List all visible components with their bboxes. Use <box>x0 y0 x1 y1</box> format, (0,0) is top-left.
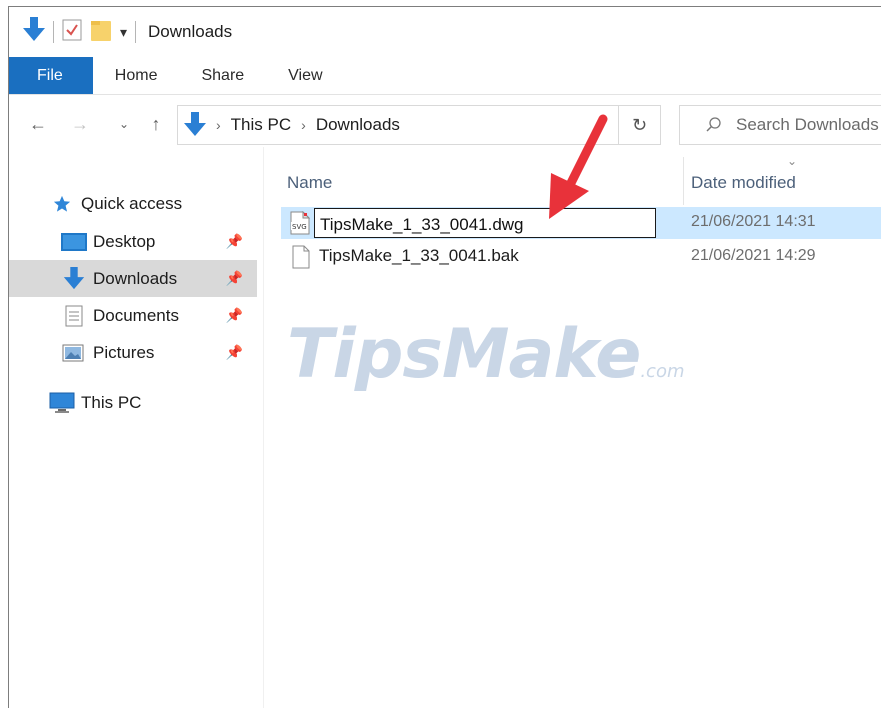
window-title: Downloads <box>148 22 233 41</box>
documents-icon <box>65 305 83 327</box>
breadcrumb-downloads[interactable]: Downloads <box>316 115 400 135</box>
refresh-icon[interactable]: ↻ <box>618 106 660 144</box>
sidebar-item-documents[interactable]: Documents 📌 <box>9 297 257 334</box>
back-arrow-icon[interactable]: ← <box>23 109 53 139</box>
svg-text:SVG: SVG <box>292 223 307 231</box>
up-arrow-icon[interactable]: ↑ <box>141 109 171 139</box>
recent-locations-chevron-icon[interactable]: ⌄ <box>109 109 139 139</box>
pane-divider[interactable] <box>263 147 264 708</box>
column-separator[interactable] <box>683 157 684 205</box>
computer-icon <box>49 392 75 414</box>
search-icon <box>706 117 722 133</box>
forward-arrow-icon[interactable]: → <box>65 109 95 139</box>
sidebar-item-this-pc[interactable]: This PC <box>9 384 257 421</box>
navigation-bar: ← → ⌄ ↑ › This PC › Downloads ↻ Search D… <box>9 101 881 147</box>
sidebar-item-desktop[interactable]: Desktop 📌 <box>9 223 257 260</box>
sidebar-item-quick-access[interactable]: Quick access <box>9 185 257 223</box>
sidebar-item-label: Downloads <box>93 268 178 288</box>
date-modified: 21/06/2021 14:31 <box>691 213 816 230</box>
search-box[interactable]: Search Downloads <box>679 105 881 145</box>
sort-indicator-icon: ⌄ <box>787 154 798 168</box>
svg-file-icon: SVG <box>290 210 311 240</box>
file-explorer-window: ▾ Downloads File Home Share View ← → ⌄ ↑… <box>8 6 881 708</box>
tab-share[interactable]: Share <box>179 57 266 94</box>
search-input[interactable]: Search Downloads <box>736 115 879 135</box>
title-bar: ▾ Downloads <box>9 7 881 57</box>
sidebar-item-label: This PC <box>81 392 142 412</box>
star-icon <box>53 195 71 213</box>
pin-icon[interactable]: 📌 <box>226 270 243 287</box>
tab-view[interactable]: View <box>266 57 344 94</box>
breadcrumb-chevron-icon: › <box>301 117 306 133</box>
blank-file-icon <box>292 245 310 274</box>
pin-icon[interactable]: 📌 <box>226 233 243 250</box>
new-folder-icon[interactable] <box>90 18 112 47</box>
quick-access-toolbar: ▾ <box>23 16 144 48</box>
file-row[interactable]: TipsMake_1_33_0041.bak 21/06/2021 14:29 <box>281 241 881 273</box>
sidebar-item-label: Pictures <box>93 342 155 362</box>
date-modified: 21/06/2021 14:29 <box>691 247 816 264</box>
breadcrumb-chevron-icon: › <box>216 117 221 133</box>
tipsmake-watermark-logo: TipsMake.com <box>287 315 685 394</box>
toolbar-separator <box>53 21 54 43</box>
sidebar-item-label: Quick access <box>81 194 183 213</box>
download-arrow-icon <box>63 266 85 291</box>
tab-file[interactable]: File <box>9 57 93 94</box>
sidebar-item-pictures[interactable]: Pictures 📌 <box>9 334 257 371</box>
ribbon-tabs: File Home Share View <box>9 57 881 95</box>
sidebar-item-downloads[interactable]: Downloads 📌 <box>9 260 257 297</box>
column-header-name[interactable]: Name <box>287 173 332 193</box>
sidebar-item-label: Documents <box>93 305 179 325</box>
red-annotation-arrow <box>549 114 608 219</box>
pin-icon[interactable]: 📌 <box>226 344 243 361</box>
tab-home[interactable]: Home <box>93 57 180 94</box>
download-arrow-icon[interactable] <box>23 16 45 48</box>
sidebar-item-label: Desktop <box>93 231 156 251</box>
pictures-icon <box>62 344 84 362</box>
column-header-date-modified[interactable]: Date modified <box>691 173 796 193</box>
customize-toolbar-dropdown-icon[interactable]: ▾ <box>120 24 127 41</box>
navigation-pane: Quick access Desktop 📌 Downloads 📌 Docum… <box>9 185 257 421</box>
toolbar-separator <box>135 21 137 43</box>
desktop-folder-icon <box>61 232 87 252</box>
properties-icon[interactable] <box>62 19 82 46</box>
breadcrumb-this-pc[interactable]: This PC <box>231 115 291 135</box>
download-arrow-icon <box>184 112 206 138</box>
file-name: TipsMake_1_33_0041.bak <box>319 246 519 265</box>
pin-icon[interactable]: 📌 <box>226 307 243 324</box>
